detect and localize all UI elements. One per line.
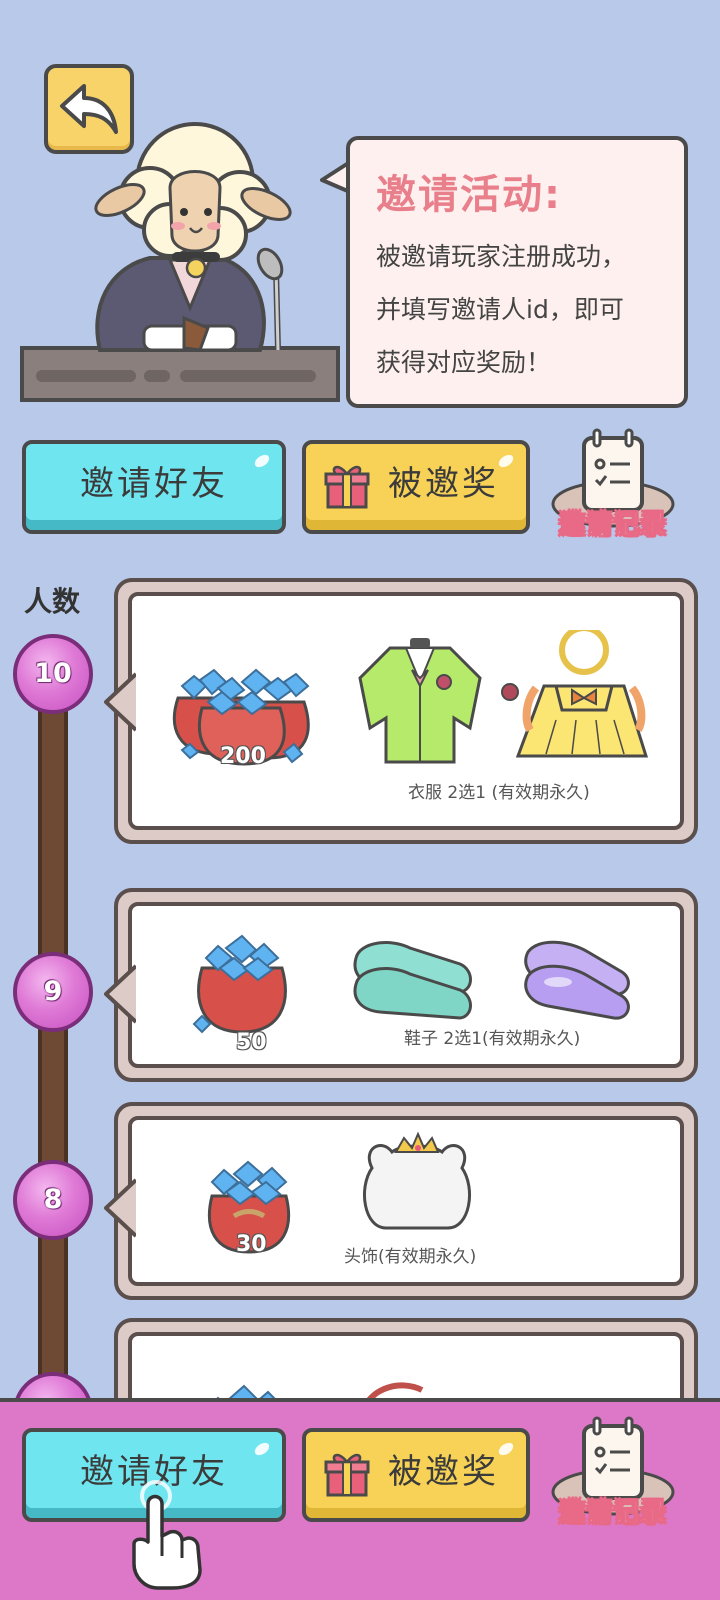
- gem-count: 200: [220, 744, 266, 769]
- gift-icon: [324, 465, 370, 509]
- announcement-line: 获得对应奖励！: [376, 348, 552, 377]
- invited-reward-button[interactable]: 被邀奖: [302, 440, 530, 534]
- teal-shoes-icon: [353, 941, 472, 1020]
- invite-record-label: 邀请记录: [558, 1498, 667, 1529]
- announcement-line: 并填写邀请人id，即可: [376, 295, 624, 324]
- timeline-bar: [38, 660, 68, 1420]
- reward-caption: 头饰(有效期永久): [344, 1247, 477, 1267]
- bottom-invited-reward-button[interactable]: 被邀奖: [302, 1428, 530, 1522]
- count-label: 人数: [24, 585, 81, 618]
- gem-count: 30: [236, 1232, 267, 1257]
- invite-friends-label: 邀请好友: [80, 464, 228, 504]
- invite-record-label: 邀请记录: [558, 510, 667, 541]
- yellow-dress-outfit-icon: [501, 630, 649, 758]
- invited-reward-label: 被邀奖: [388, 464, 499, 504]
- purple-shoes-icon: [524, 940, 630, 1020]
- bottom-invite-record-button[interactable]: 邀请记录: [548, 1412, 678, 1542]
- announcement-title: 邀请活动:: [376, 172, 562, 218]
- crown-headwear-icon: [363, 1131, 471, 1230]
- invite-record-button[interactable]: 邀请记录: [548, 424, 678, 554]
- announcement-line: 被邀请玩家注册成功，: [376, 242, 627, 271]
- pointing-hand-icon: [132, 1480, 202, 1590]
- invite-friends-button[interactable]: 邀请好友: [22, 440, 286, 534]
- gem-bag-icon: [192, 934, 287, 1034]
- gift-icon: [324, 1453, 370, 1497]
- announcement-bubble: 邀请活动: 被邀请玩家注册成功， 并填写邀请人id，即可 获得对应奖励！: [346, 136, 688, 408]
- invited-reward-label: 被邀奖: [388, 1452, 499, 1492]
- reward-caption: 衣服 2选1 (有效期永久): [408, 783, 590, 803]
- gem-count: 50: [236, 1030, 267, 1055]
- reward-card-tier-10: 200 衣服 2选1 (有效期永久): [104, 578, 698, 844]
- reward-card-tier-8: 30 头饰(有效期永久): [104, 1102, 698, 1300]
- tier-node: 9: [13, 952, 93, 1032]
- reward-caption: 鞋子 2选1(有效期永久): [404, 1029, 581, 1049]
- sheep-host-character: [20, 118, 340, 412]
- tier-node: 10: [13, 634, 93, 714]
- tier-node: 8: [13, 1160, 93, 1240]
- green-suit-outfit-icon: [358, 638, 482, 764]
- reward-card-tier-9: 50 鞋子 2选1(有效期永久): [104, 888, 698, 1082]
